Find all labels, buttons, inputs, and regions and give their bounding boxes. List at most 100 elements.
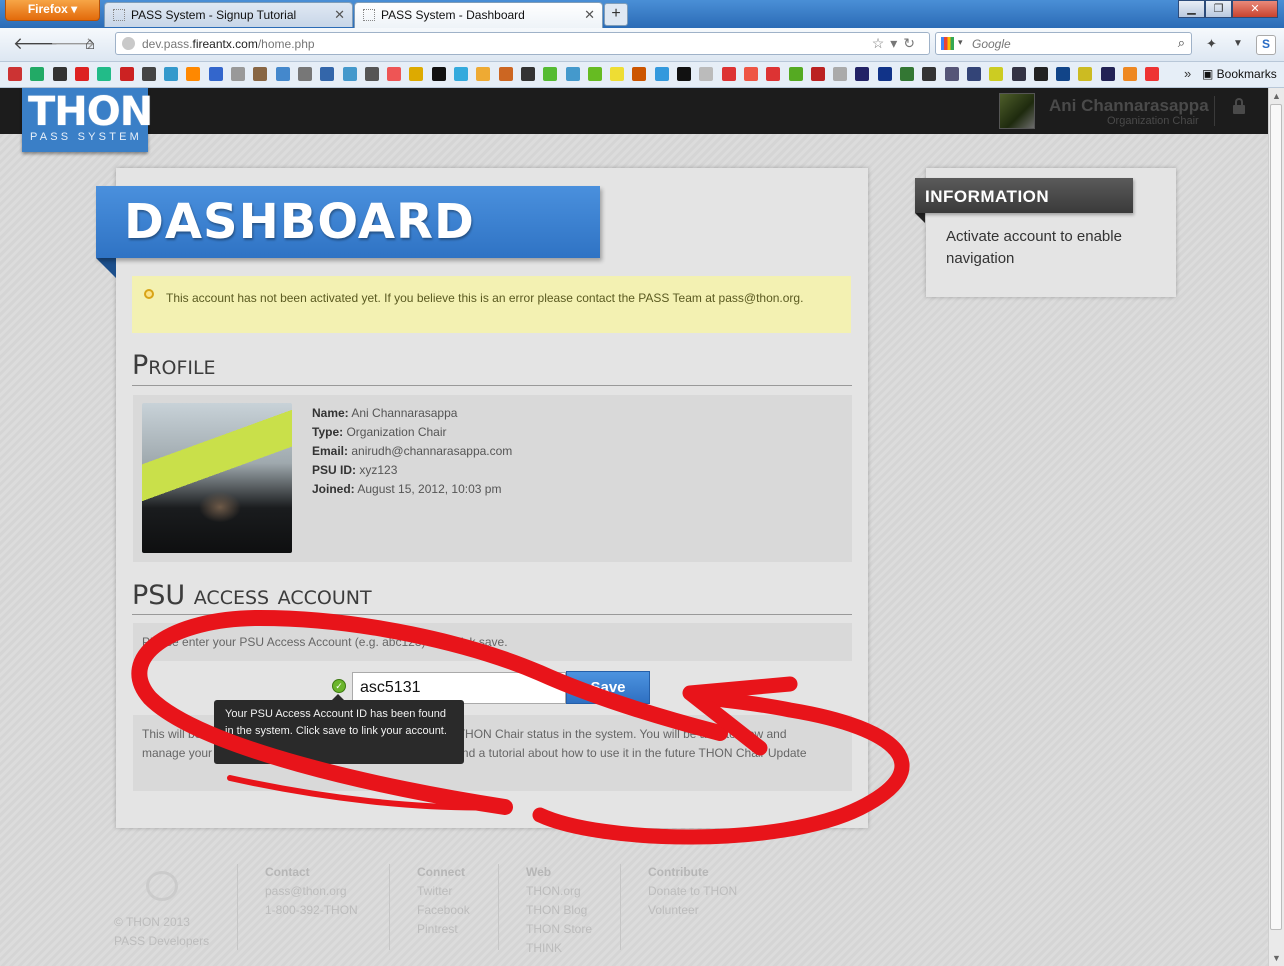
lightbulb-icon	[144, 289, 154, 299]
bookmark-favicon-icon[interactable]	[454, 67, 468, 81]
minimize-button[interactable]: ▁	[1178, 0, 1205, 18]
save-button[interactable]: Save	[566, 671, 650, 704]
bookmark-favicon-icon[interactable]	[587, 67, 602, 81]
bookmark-favicon-icon[interactable]	[342, 67, 357, 81]
bookmark-favicon-icon[interactable]	[922, 67, 937, 81]
footer-link[interactable]: Twitter	[417, 882, 470, 901]
user-name[interactable]: Ani Channarasappa	[1049, 96, 1209, 116]
bookmark-favicon-icon[interactable]	[677, 67, 691, 81]
bookmark-favicon-icon[interactable]	[721, 67, 736, 81]
footer-link[interactable]: Donate to THON	[648, 882, 737, 901]
bookmark-favicon-icon[interactable]	[141, 67, 156, 81]
bookmark-favicon-icon[interactable]	[632, 67, 647, 81]
google-icon[interactable]	[941, 37, 954, 50]
bookmark-favicon-icon[interactable]	[52, 67, 67, 81]
bookmark-favicon-icon[interactable]	[855, 67, 870, 81]
bookmark-favicon-icon[interactable]	[743, 67, 758, 81]
footer-link[interactable]: THINK	[526, 939, 592, 958]
chevron-down-icon[interactable]: ▼	[1233, 34, 1243, 54]
firefox-menu-button[interactable]: Firefox ▾	[5, 0, 100, 21]
footer-link[interactable]: pass@thon.org	[265, 882, 358, 901]
bookmark-favicon-icon[interactable]	[320, 67, 335, 81]
search-icon[interactable]: ⌕	[1178, 35, 1185, 51]
search-bar[interactable]: ▾ Google ⌕	[935, 32, 1192, 55]
bookmark-favicon-icon[interactable]	[877, 67, 892, 81]
bookmark-favicon-icon[interactable]	[654, 67, 669, 81]
footer-link[interactable]: THON.org	[526, 882, 592, 901]
bookmark-favicon-icon[interactable]	[164, 67, 179, 81]
logo-subtitle: PASS SYSTEM	[30, 131, 143, 143]
bookmark-favicon-icon[interactable]	[610, 67, 625, 81]
bookmark-favicon-icon[interactable]	[989, 67, 1004, 81]
bookmark-favicon-icon[interactable]	[1123, 67, 1137, 81]
bookmark-favicon-icon[interactable]	[97, 67, 112, 81]
bookmark-favicon-icon[interactable]	[231, 67, 245, 81]
bookmark-favicon-icon[interactable]	[1033, 67, 1048, 81]
bookmark-favicon-icon[interactable]	[431, 67, 446, 81]
bookmark-favicon-icon[interactable]	[966, 67, 981, 81]
close-icon[interactable]: ✕	[334, 7, 345, 23]
avatar[interactable]	[999, 93, 1035, 129]
bookmarks-menu[interactable]: ▣ Bookmarks	[1202, 67, 1277, 81]
lock-icon[interactable]	[1233, 98, 1245, 114]
bookmark-favicon-icon[interactable]	[1078, 67, 1093, 81]
tab-dashboard[interactable]: PASS System - Dashboard ✕	[354, 2, 603, 28]
footer-link[interactable]: Pintrest	[417, 920, 470, 939]
profile-email: Email: anirudh@channarasappa.com	[312, 444, 513, 458]
bookmark-favicon-icon[interactable]	[944, 67, 959, 81]
scrollbar-thumb[interactable]	[1270, 104, 1282, 930]
tab-signup-tutorial[interactable]: PASS System - Signup Tutorial ✕	[104, 2, 353, 27]
new-tab-button[interactable]: +	[604, 3, 628, 26]
skype-icon[interactable]: S	[1256, 35, 1276, 55]
site-identity-icon[interactable]	[122, 37, 135, 50]
bookmark-favicon-icon[interactable]	[387, 67, 402, 81]
bookmark-favicon-icon[interactable]	[119, 67, 134, 81]
bookmark-favicon-icon[interactable]	[766, 67, 781, 81]
bookmark-favicon-icon[interactable]	[8, 67, 22, 81]
footer-link[interactable]: Volunteer	[648, 901, 737, 920]
bookmark-favicon-icon[interactable]	[543, 67, 558, 81]
bookmark-favicon-icon[interactable]	[186, 67, 201, 81]
bookmark-favicon-icon[interactable]	[1100, 67, 1115, 81]
bookmark-favicon-icon[interactable]	[1056, 67, 1071, 81]
addon-icon[interactable]: ✦	[1206, 34, 1217, 54]
footer-link[interactable]: 1-800-392-THON	[265, 901, 358, 920]
scroll-up-icon[interactable]: ▲	[1272, 91, 1281, 101]
thon-logo[interactable]: THON PASS SYSTEM	[22, 88, 153, 152]
firefox-menu-label: Firefox	[27, 2, 68, 16]
bookmark-favicon-icon[interactable]	[810, 67, 825, 81]
chevron-down-icon[interactable]: ▾	[958, 37, 963, 48]
chevron-right-icon[interactable]: »	[1184, 66, 1191, 81]
bookmark-favicon-icon[interactable]	[364, 67, 379, 81]
bookmark-favicon-icon[interactable]	[409, 67, 424, 81]
bookmark-favicon-icon[interactable]	[253, 67, 268, 81]
bookmark-favicon-icon[interactable]	[1145, 67, 1160, 81]
bookmark-favicon-icon[interactable]	[520, 67, 535, 81]
bookmark-favicon-icon[interactable]	[30, 67, 45, 81]
bookmark-favicon-icon[interactable]	[208, 67, 223, 81]
bookmark-favicon-icon[interactable]	[275, 67, 290, 81]
bookmark-favicon-icon[interactable]	[833, 67, 848, 81]
close-icon[interactable]: ✕	[584, 7, 595, 23]
bookmark-favicon-icon[interactable]	[1011, 67, 1026, 81]
information-heading: INFORMATION	[925, 187, 1050, 206]
bookmark-favicon-icon[interactable]	[699, 67, 714, 81]
divider	[389, 864, 390, 950]
bookmark-favicon-icon[interactable]	[498, 67, 513, 81]
bookmark-favicon-icon[interactable]	[900, 67, 914, 81]
footer-link[interactable]: THON Store	[526, 920, 592, 939]
footer-link[interactable]: THON Blog	[526, 901, 592, 920]
bookmark-star-icon[interactable]: ☆▾↻	[872, 35, 921, 52]
divider	[620, 864, 621, 950]
bookmark-favicon-icon[interactable]	[476, 67, 491, 81]
bookmark-favicon-icon[interactable]	[788, 67, 803, 81]
scroll-down-icon[interactable]: ▼	[1272, 953, 1281, 963]
bookmark-favicon-icon[interactable]	[297, 67, 312, 81]
bookmark-favicon-icon[interactable]	[74, 67, 89, 81]
maximize-button[interactable]: ❐	[1205, 0, 1232, 18]
home-icon[interactable]: ⌂	[85, 34, 95, 54]
bookmark-favicon-icon[interactable]	[565, 67, 580, 81]
footer-link[interactable]: Facebook	[417, 901, 470, 920]
window-close-button[interactable]: ✕	[1232, 0, 1278, 18]
url-bar[interactable]: dev.pass.fireantx.com/home.php ☆▾↻	[115, 32, 930, 55]
